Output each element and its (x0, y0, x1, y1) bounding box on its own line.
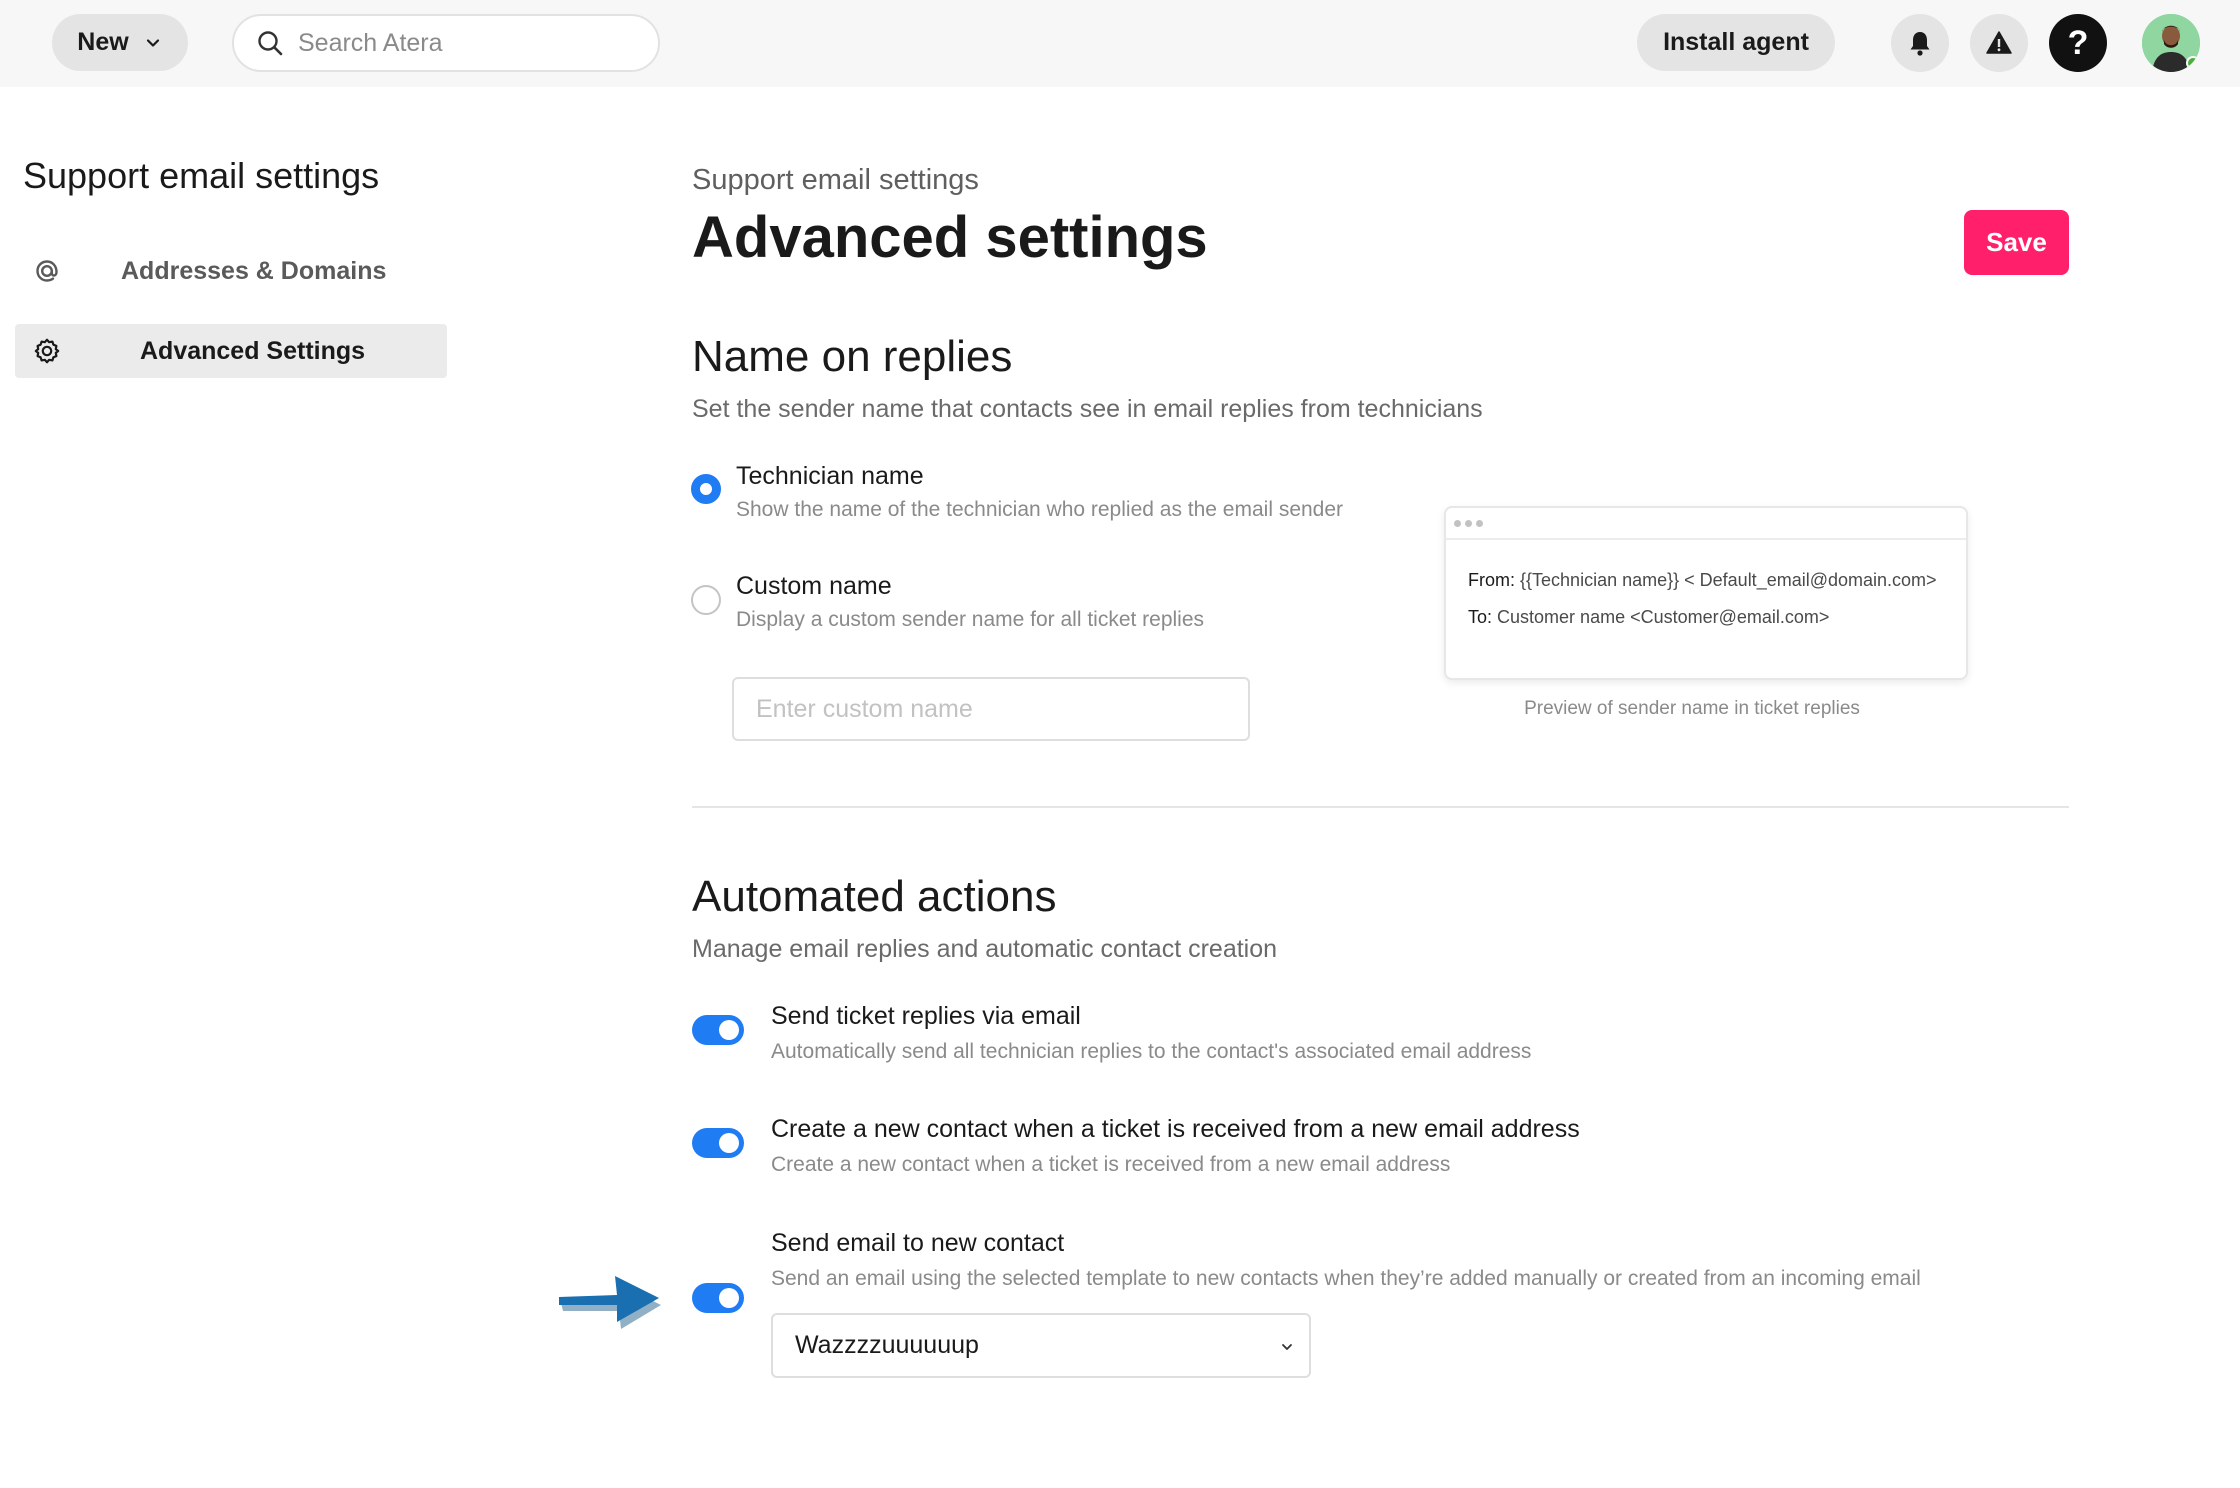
toggle-knob (719, 1288, 739, 1308)
chevron-down-icon (146, 38, 159, 47)
gear-icon (33, 337, 61, 365)
sender-preview-window: From: {{Technician name}} < Default_emai… (1444, 506, 1968, 680)
toggle-label-send-ticket-replies: Send ticket replies via email (771, 1002, 1081, 1030)
email-template-select[interactable]: Wazzzzuuuuuup (771, 1313, 1311, 1378)
bell-icon (1910, 32, 1930, 56)
annotation-arrow-icon (559, 1276, 661, 1329)
new-button[interactable]: New (52, 14, 188, 71)
preview-from-line: From: {{Technician name}} < Default_emai… (1468, 570, 1937, 591)
section-title-automated-actions: Automated actions (692, 872, 1057, 921)
warning-icon (1986, 31, 2012, 54)
search-box[interactable] (232, 14, 660, 72)
toggle-desc-send-ticket-replies: Automatically send all technician replie… (771, 1040, 1532, 1063)
email-template-selected-value: Wazzzzuuuuuup (795, 1331, 979, 1359)
new-button-label: New (77, 28, 129, 56)
radio-custom-name[interactable] (691, 585, 721, 615)
custom-name-input[interactable] (732, 677, 1250, 741)
preview-to-value: Customer name <Customer@email.com> (1497, 607, 1830, 627)
top-bar: New Install agent ? (0, 0, 2240, 87)
preview-from-label: From: (1468, 570, 1515, 590)
option-desc-technician-name: Show the name of the technician who repl… (736, 498, 1344, 521)
toggle-send-ticket-replies[interactable] (692, 1015, 744, 1045)
sidebar-item-advanced-settings[interactable]: Advanced Settings (15, 324, 447, 378)
sidebar-title: Support email settings (23, 155, 380, 196)
section-divider (692, 806, 2069, 808)
window-dot-icon (1454, 519, 1461, 527)
toggle-label-create-new-contact: Create a new contact when a ticket is re… (771, 1115, 1580, 1143)
section-subtitle-name-on-replies: Set the sender name that contacts see in… (692, 395, 1483, 423)
help-button[interactable]: ? (2049, 14, 2107, 72)
breadcrumb: Support email settings (692, 164, 979, 196)
toggle-desc-create-new-contact: Create a new contact when a ticket is re… (771, 1153, 1451, 1176)
save-button[interactable]: Save (1964, 210, 2069, 275)
user-avatar[interactable] (2142, 14, 2200, 72)
toggle-knob (719, 1020, 739, 1040)
alerts-button[interactable] (1970, 14, 2028, 72)
option-desc-custom-name: Display a custom sender name for all tic… (736, 608, 1205, 631)
radio-technician-name[interactable] (691, 474, 721, 504)
at-sign-icon (33, 257, 61, 285)
install-agent-button[interactable]: Install agent (1637, 14, 1835, 71)
toggle-desc-send-email-new-contact: Send an email using the selected templat… (771, 1267, 1921, 1290)
option-label-technician-name: Technician name (736, 462, 924, 490)
toggle-knob (719, 1133, 739, 1153)
toggle-label-send-email-new-contact: Send email to new contact (771, 1229, 1065, 1257)
page-title: Advanced settings (692, 205, 1208, 270)
online-status-dot (2186, 56, 2200, 70)
sidebar-item-addresses-domains[interactable]: Addresses & Domains (15, 244, 447, 298)
preview-from-value: {{Technician name}} < Default_email@doma… (1520, 570, 1937, 590)
preview-to-line: To: Customer name <Customer@email.com> (1468, 607, 1829, 628)
toggle-create-new-contact[interactable] (692, 1128, 744, 1158)
notifications-button[interactable] (1891, 14, 1949, 72)
preview-to-label: To: (1468, 607, 1493, 627)
section-title-name-on-replies: Name on replies (692, 332, 1013, 381)
section-subtitle-automated-actions: Manage email replies and automatic conta… (692, 935, 1278, 963)
window-dot-icon (1476, 519, 1483, 527)
preview-caption: Preview of sender name in ticket replies (1524, 698, 1860, 719)
window-dot-icon (1465, 519, 1472, 527)
help-icon: ? (2067, 23, 2089, 62)
option-label-custom-name: Custom name (736, 572, 892, 600)
toggle-send-email-new-contact[interactable] (692, 1283, 744, 1313)
sidebar-item-label: Advanced Settings (140, 336, 366, 365)
search-input[interactable] (298, 28, 638, 58)
search-icon (258, 31, 283, 56)
sidebar-item-label: Addresses & Domains (121, 256, 387, 285)
preview-window-bar (1446, 508, 1966, 540)
chevron-down-icon (1282, 1344, 1292, 1350)
